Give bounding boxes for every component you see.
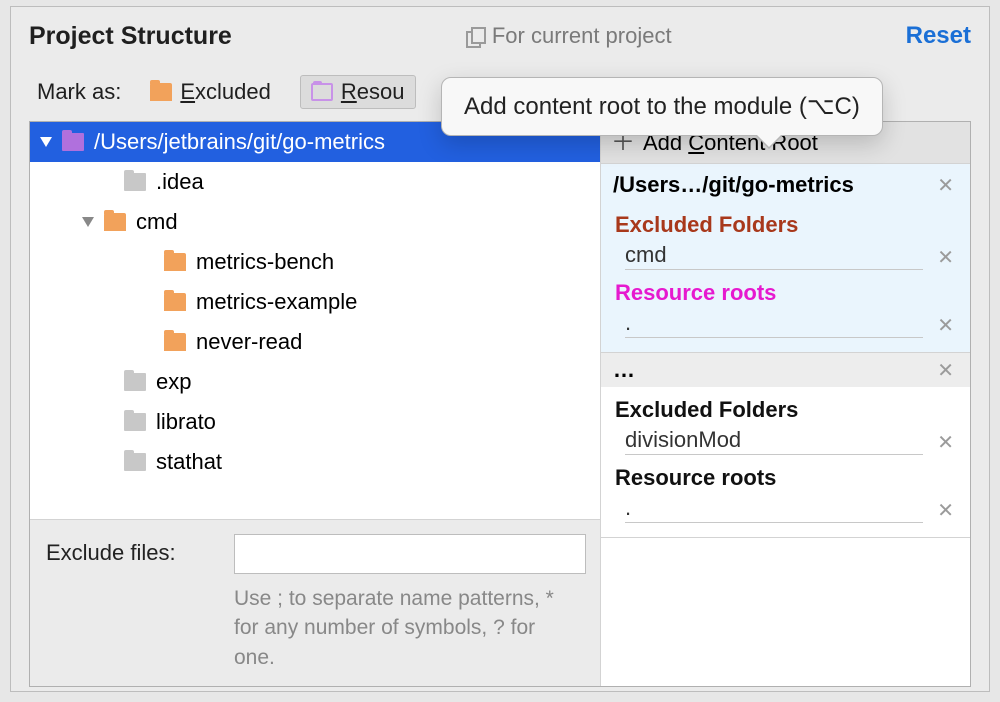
- resource-root-name: .: [625, 310, 923, 338]
- excluded-folder-name: divisionMod: [625, 427, 923, 455]
- tree-label: librato: [156, 409, 216, 435]
- folder-excluded-icon: [164, 293, 186, 311]
- folder-icon: [124, 413, 146, 431]
- folder-excluded-icon: [104, 213, 126, 231]
- content-root-block: /Users…/git/go-metrics ✕ Excluded Folder…: [601, 164, 970, 353]
- reset-link[interactable]: Reset: [906, 22, 971, 50]
- excluded-folders-title: Excluded Folders: [601, 387, 970, 427]
- folder-root-icon: [62, 133, 84, 151]
- folder-resource-icon: [311, 83, 333, 101]
- folder-excluded-icon: [164, 253, 186, 271]
- main-split: /Users/jetbrains/git/go-metrics .idea cm…: [29, 121, 971, 687]
- excluded-folder-item[interactable]: cmd ✕: [601, 242, 970, 270]
- tree-row-metrics-example[interactable]: metrics-example: [30, 282, 600, 322]
- tree-root-label: /Users/jetbrains/git/go-metrics: [94, 129, 385, 155]
- tree-row-stathat[interactable]: stathat: [30, 442, 600, 482]
- folder-icon: [124, 453, 146, 471]
- remove-item-button[interactable]: ✕: [935, 245, 956, 270]
- tree-label: stathat: [156, 449, 222, 475]
- tree-label: metrics-bench: [196, 249, 334, 275]
- tree-label: never-read: [196, 329, 302, 355]
- resource-root-name: .: [625, 495, 923, 523]
- remove-root-button[interactable]: ✕: [935, 173, 956, 198]
- remove-item-button[interactable]: ✕: [935, 498, 956, 523]
- mark-as-resource-button[interactable]: Resou: [300, 75, 416, 109]
- remove-item-button[interactable]: ✕: [935, 313, 956, 338]
- tooltip-text: Add content root to the module (⌥C): [464, 93, 860, 120]
- tree-row-cmd[interactable]: cmd: [30, 202, 600, 242]
- mark-as-excluded-label: Excluded: [180, 79, 271, 105]
- exclude-files-label: Exclude files:: [46, 534, 224, 574]
- dialog-title: Project Structure: [29, 22, 232, 51]
- folder-icon: [124, 373, 146, 391]
- content-root-header[interactable]: … ✕: [601, 353, 970, 387]
- resource-roots-title: Resource roots: [601, 270, 970, 310]
- tree-row-idea[interactable]: .idea: [30, 162, 600, 202]
- exclude-files-section: Exclude files: Use ; to separate name pa…: [30, 519, 600, 686]
- content-roots-panel: ＋ Add Content Root /Users…/git/go-metric…: [600, 122, 970, 686]
- resource-roots-title: Resource roots: [601, 455, 970, 495]
- tree-row-librato[interactable]: librato: [30, 402, 600, 442]
- scope-label: For current project: [492, 23, 672, 49]
- content-root-header[interactable]: /Users…/git/go-metrics ✕: [601, 168, 970, 202]
- tree-label: .idea: [156, 169, 204, 195]
- scope-indicator: For current project: [232, 23, 906, 49]
- folder-icon: [124, 173, 146, 191]
- remove-item-button[interactable]: ✕: [935, 430, 956, 455]
- content-root-block: … ✕ Excluded Folders divisionMod ✕ Resou…: [601, 353, 970, 538]
- chevron-down-icon: [82, 217, 94, 227]
- add-content-root-tooltip: Add content root to the module (⌥C): [441, 77, 883, 136]
- folder-excluded-icon: [164, 333, 186, 351]
- mark-as-label: Mark as:: [37, 79, 121, 105]
- remove-root-button[interactable]: ✕: [935, 358, 956, 383]
- left-panel: /Users/jetbrains/git/go-metrics .idea cm…: [30, 122, 600, 686]
- directory-tree[interactable]: /Users/jetbrains/git/go-metrics .idea cm…: [30, 122, 600, 519]
- resource-root-item[interactable]: . ✕: [601, 310, 970, 338]
- excluded-folder-name: cmd: [625, 242, 923, 270]
- mark-as-excluded-button[interactable]: Excluded: [139, 75, 282, 109]
- excluded-folder-item[interactable]: divisionMod ✕: [601, 427, 970, 455]
- tree-label: exp: [156, 369, 191, 395]
- excluded-folders-title: Excluded Folders: [601, 202, 970, 242]
- folder-excluded-icon: [150, 83, 172, 101]
- tree-label: metrics-example: [196, 289, 357, 315]
- dialog-header: Project Structure For current project Re…: [11, 7, 989, 65]
- tree-row-metrics-bench[interactable]: metrics-bench: [30, 242, 600, 282]
- content-root-path: …: [613, 357, 635, 383]
- exclude-files-hint: Use ; to separate name patterns, * for a…: [234, 584, 586, 672]
- resource-root-item[interactable]: . ✕: [601, 495, 970, 523]
- copy-icon: [466, 27, 484, 45]
- tree-label: cmd: [136, 209, 178, 235]
- chevron-down-icon: [40, 137, 52, 147]
- content-root-path: /Users…/git/go-metrics: [613, 172, 854, 198]
- tree-row-never-read[interactable]: never-read: [30, 322, 600, 362]
- mark-as-resource-label: Resou: [341, 79, 405, 105]
- project-structure-dialog: Project Structure For current project Re…: [10, 6, 990, 692]
- exclude-files-input[interactable]: [234, 534, 586, 574]
- tree-row-exp[interactable]: exp: [30, 362, 600, 402]
